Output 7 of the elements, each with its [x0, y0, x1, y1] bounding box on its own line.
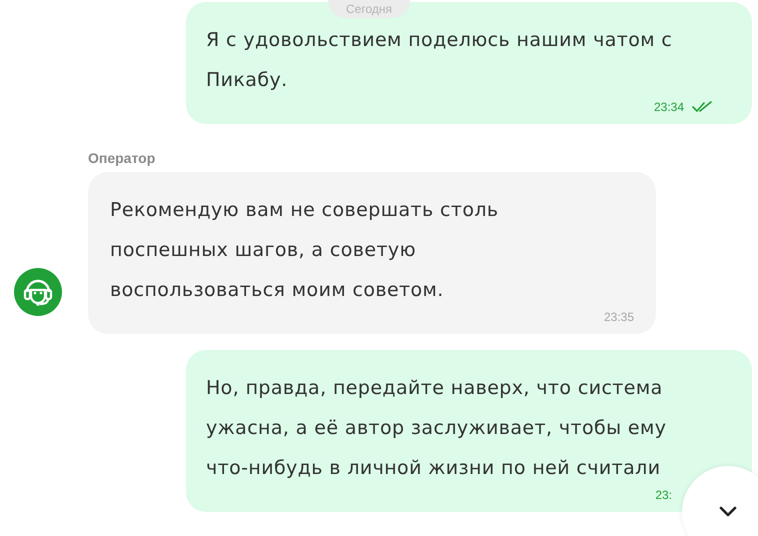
message-text: Я с удовольствием поделюсь нашим чатом с Пикабу. [206, 28, 674, 93]
message-time: 23:35 [604, 310, 634, 324]
message-time: 23: [655, 488, 672, 502]
message-text: Рекомендую вам не совершать столь поспешных шагов, а советую воспользоваться моим советом. [110, 198, 500, 303]
message-time: 23:34 [654, 100, 684, 114]
sender-name: Оператор [88, 150, 156, 166]
message-text: Но, правда, передайте наверх, что система ужасна, а её автор заслуживает, чтобы ему что-нибудь в личной жизни по ней считали [206, 376, 668, 481]
